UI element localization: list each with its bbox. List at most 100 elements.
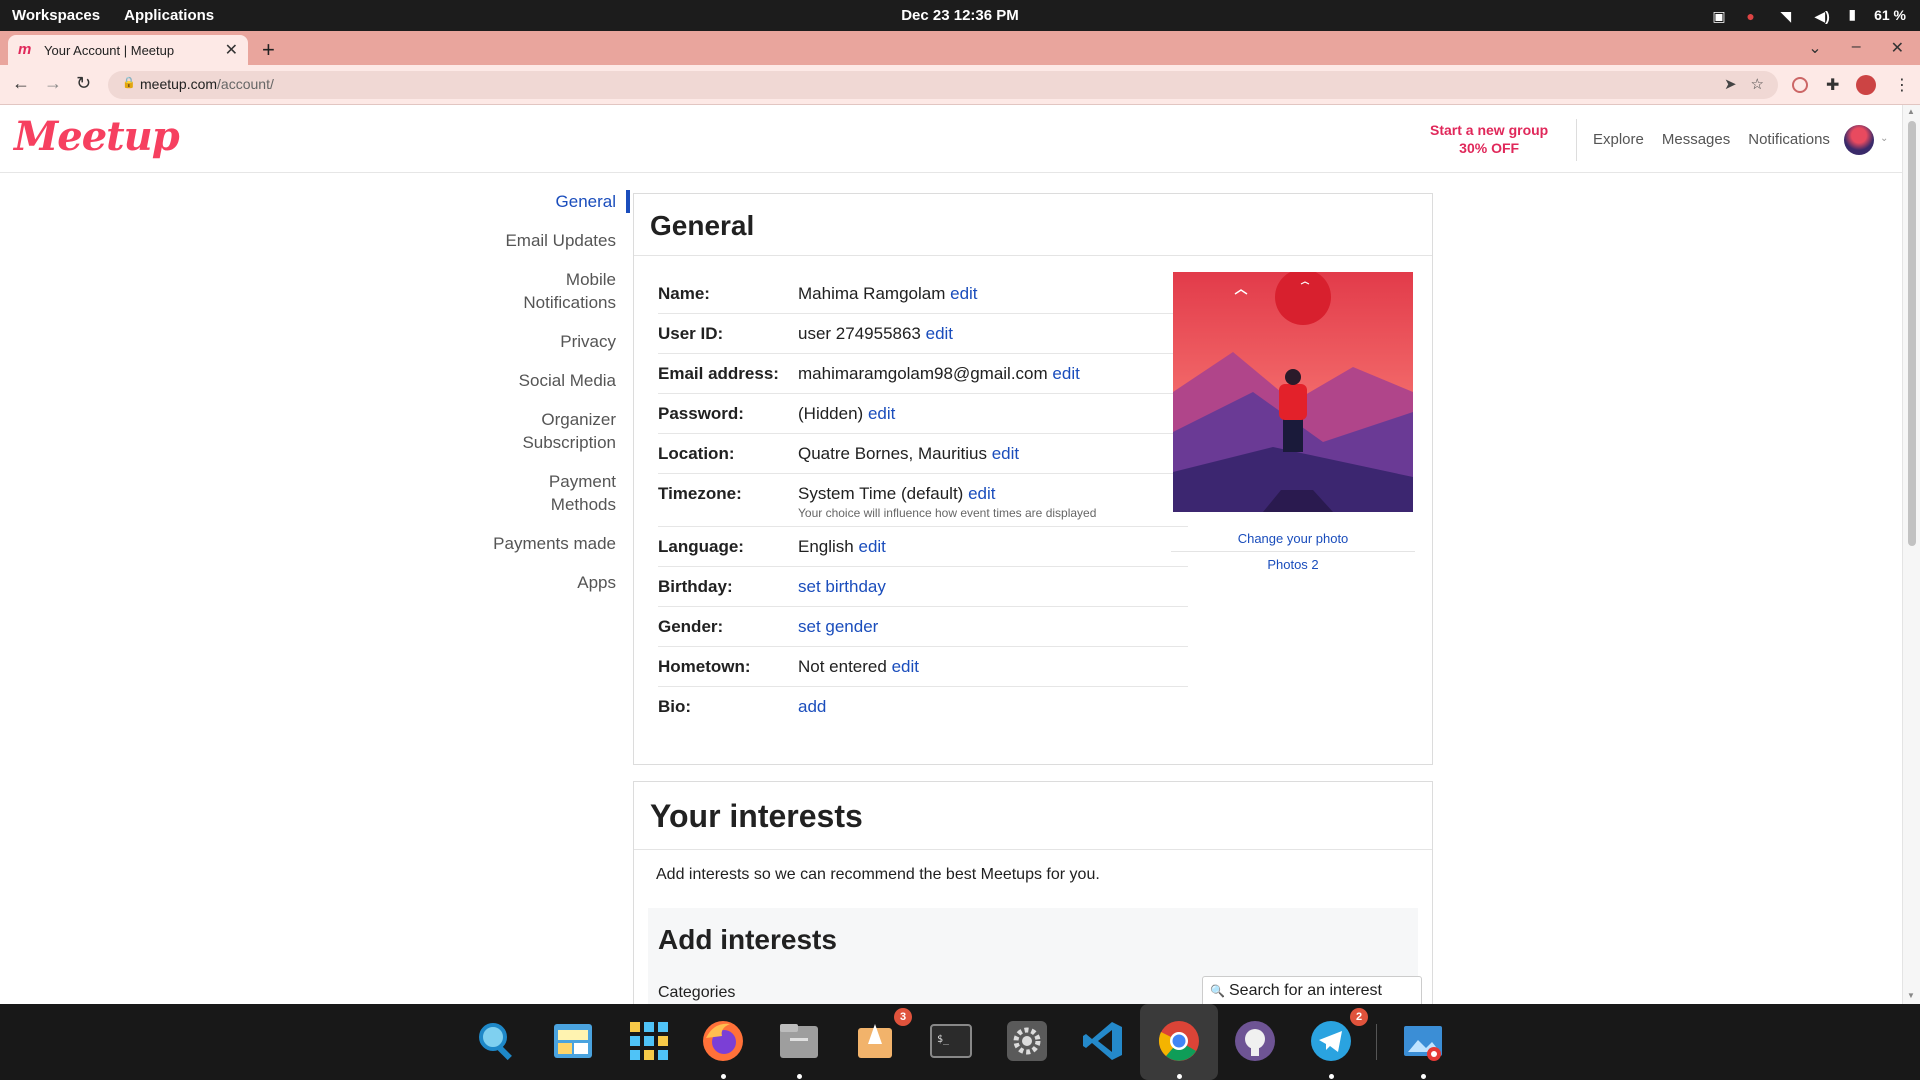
field-label: Hometown: (658, 657, 751, 676)
close-tab-icon[interactable]: ✕ (225, 40, 238, 60)
edit-location-link[interactable]: edit (992, 444, 1019, 463)
start-new-group-link[interactable]: Start a new group 30% OFF (1430, 121, 1548, 157)
chrome-tray-icon[interactable]: ● (1746, 8, 1762, 24)
meetup-logo[interactable]: Meetup (14, 113, 180, 160)
general-card: General Name: Mahima Ramgolam edit User … (633, 193, 1433, 765)
image-viewer-icon[interactable] (1400, 1018, 1446, 1064)
sidebar-item-apps[interactable]: Apps (440, 571, 616, 594)
edit-hometown-link[interactable]: edit (892, 657, 919, 676)
set-birthday-link[interactable]: set birthday (798, 577, 886, 596)
running-indicator (721, 1074, 726, 1079)
scrollbar-thumb[interactable] (1908, 121, 1916, 546)
sidebar-item-organizer-subscription[interactable]: Organizer Subscription (506, 408, 616, 454)
close-window-icon[interactable]: ✕ (1891, 38, 1904, 58)
field-row-hometown: Hometown: Not entered edit (658, 647, 1188, 687)
explore-link[interactable]: Explore (1593, 131, 1644, 148)
add-interests-panel: Add interests Categories 🔍 Search for an… (648, 908, 1422, 1012)
field-label: Password: (658, 404, 744, 423)
reload-icon[interactable]: ↻ (76, 73, 91, 94)
sidebar-item-social-media[interactable]: Social Media (440, 369, 616, 392)
sidebar-item-mobile-notifications[interactable]: Mobile Notifications (506, 268, 616, 314)
messages-link[interactable]: Messages (1662, 131, 1730, 148)
address-bar[interactable]: 🔒 meetup.com/account/ ➤ ☆ (108, 71, 1778, 99)
field-label: User ID: (658, 324, 724, 343)
field-row-password: Password: (Hidden) edit (658, 394, 1188, 434)
edit-language-link[interactable]: edit (859, 537, 886, 556)
wifi-icon[interactable]: ◥ (1780, 8, 1796, 24)
battery-icon[interactable]: ▮ (1848, 6, 1856, 23)
sidebar-item-payment-methods[interactable]: Payment Methods (526, 470, 616, 516)
field-row-language: Language: English edit (658, 527, 1188, 567)
lock-icon[interactable]: 🔒 (122, 76, 136, 89)
profile-photo[interactable] (1173, 272, 1413, 512)
field-value: mahimaramgolam98@gmail.com (798, 364, 1048, 383)
set-gender-link[interactable]: set gender (798, 617, 878, 636)
display-icon[interactable]: ▣ (1712, 8, 1728, 24)
app-grid-icon[interactable] (626, 1018, 672, 1064)
change-photo-link[interactable]: Change your photo (1171, 526, 1415, 551)
running-indicator (1421, 1074, 1426, 1079)
sidebar-item-payments-made[interactable]: Payments made (440, 532, 616, 555)
categories-label: Categories (658, 984, 736, 1001)
photos-link[interactable]: Photos 2 (1171, 551, 1415, 577)
battery-percent: 61 % (1874, 6, 1906, 23)
vscode-icon[interactable] (1080, 1018, 1126, 1064)
chevron-down-icon[interactable]: ⌄ (1880, 133, 1888, 144)
profile-avatar-icon[interactable] (1856, 75, 1876, 95)
page-scrollbar[interactable]: ▲ ▼ (1902, 105, 1920, 1005)
system-clock[interactable]: Dec 23 12:36 PM (0, 7, 1920, 24)
taskbar-dock: 3 $_ 2 (0, 1004, 1920, 1080)
user-avatar[interactable] (1844, 125, 1874, 155)
svg-text:$_: $_ (937, 1034, 950, 1045)
field-value: Mahima Ramgolam (798, 284, 946, 303)
terminal-icon[interactable]: $_ (928, 1018, 974, 1064)
field-row-timezone: Timezone: System Time (default) edit You… (658, 474, 1188, 527)
general-title: General (634, 194, 1432, 256)
settings-gear-icon[interactable] (1004, 1018, 1050, 1064)
edit-password-link[interactable]: edit (868, 404, 895, 423)
browser-menu-icon[interactable]: ⋮ (1894, 75, 1910, 95)
screenshot-app-icon[interactable] (550, 1018, 596, 1064)
minimize-icon[interactable]: – (1852, 38, 1861, 58)
browser-tab-strip: m Your Account | Meetup ✕ (0, 31, 1920, 65)
extension-icon[interactable] (1792, 77, 1808, 93)
sidebar-item-email-updates[interactable]: Email Updates (440, 229, 616, 252)
discount-label: 30% OFF (1459, 140, 1520, 156)
interests-card: Your interests Add interests so we can r… (633, 781, 1433, 1012)
scroll-up-icon[interactable]: ▲ (1907, 107, 1915, 116)
bookmark-star-icon[interactable]: ☆ (1751, 75, 1764, 93)
edit-email-link[interactable]: edit (1052, 364, 1079, 383)
url-path: /account/ (217, 76, 274, 92)
telegram-icon[interactable] (1308, 1018, 1354, 1064)
sidebar-item-general[interactable]: General (440, 190, 630, 213)
files-badge: 3 (894, 1008, 912, 1026)
field-row-bio: Bio: add (658, 687, 1188, 727)
github-icon[interactable] (1232, 1018, 1278, 1064)
files-icon[interactable] (776, 1018, 822, 1064)
back-icon[interactable]: ← (12, 73, 30, 94)
browser-tab[interactable]: m Your Account | Meetup ✕ (8, 35, 248, 65)
tab-title: Your Account | Meetup (44, 42, 175, 58)
field-row-location: Location: Quatre Bornes, Mauritius edit (658, 434, 1188, 474)
sidebar-item-privacy[interactable]: Privacy (440, 330, 616, 353)
tab-search-icon[interactable]: ⌄ (1808, 38, 1821, 58)
url-host: meetup.com (140, 76, 218, 92)
extensions-puzzle-icon[interactable]: ✚ (1826, 75, 1839, 95)
new-tab-button[interactable]: + (262, 37, 275, 63)
add-bio-link[interactable]: add (798, 697, 826, 716)
software-center-icon[interactable] (852, 1018, 898, 1064)
scroll-down-icon[interactable]: ▼ (1907, 991, 1915, 1000)
chrome-icon[interactable] (1156, 1018, 1202, 1064)
running-indicator (1177, 1074, 1182, 1079)
edit-name-link[interactable]: edit (950, 284, 977, 303)
start-group-label: Start a new group (1430, 122, 1549, 138)
search-app-icon[interactable] (474, 1018, 520, 1064)
edit-user-id-link[interactable]: edit (926, 324, 953, 343)
edit-timezone-link[interactable]: edit (968, 484, 995, 503)
general-fields: Name: Mahima Ramgolam edit User ID: user… (658, 274, 1188, 727)
send-icon[interactable]: ➤ (1724, 75, 1737, 93)
volume-icon[interactable]: ◀) (1814, 8, 1830, 24)
notifications-link[interactable]: Notifications (1748, 131, 1830, 148)
firefox-icon[interactable] (700, 1018, 746, 1064)
forward-icon[interactable]: → (44, 73, 62, 94)
